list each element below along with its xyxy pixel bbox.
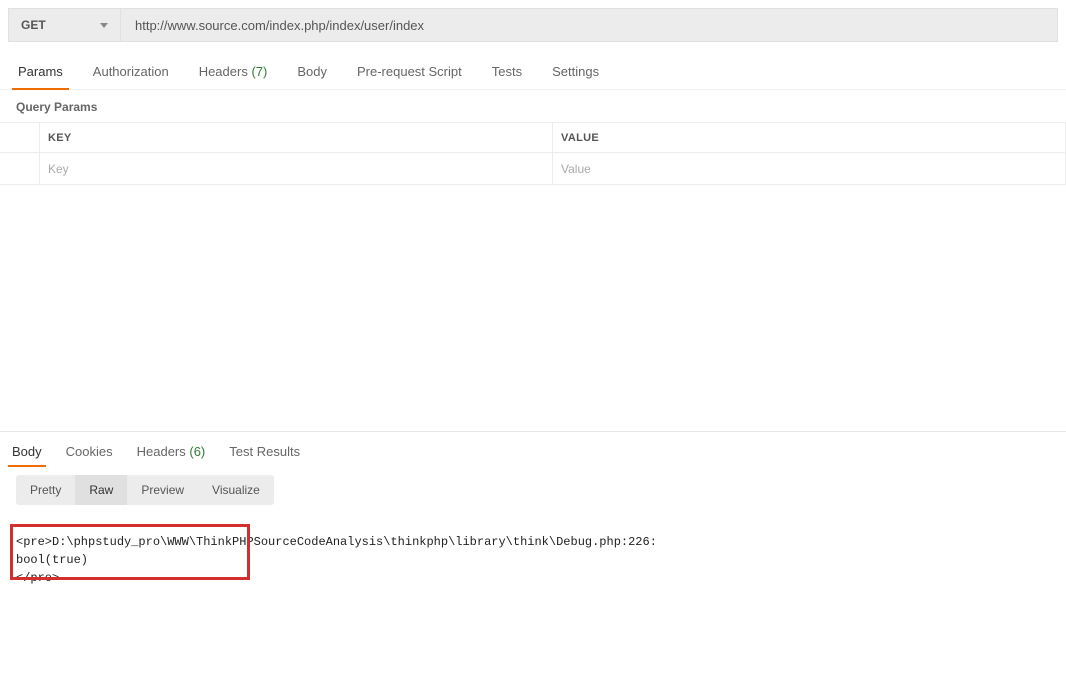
- tab-params[interactable]: Params: [16, 58, 65, 89]
- response-section: Body Cookies Headers (6) Test Results Pr…: [0, 431, 1066, 623]
- request-tabs: Params Authorization Headers (7) Body Pr…: [0, 58, 1066, 90]
- column-header-key: KEY: [40, 123, 553, 152]
- resp-tab-cookies[interactable]: Cookies: [64, 440, 115, 467]
- body-view-tabs: Pretty Raw Preview Visualize: [16, 475, 274, 505]
- tab-headers-label: Headers: [199, 64, 248, 79]
- http-method-dropdown[interactable]: GET: [9, 9, 121, 41]
- resp-tab-testresults[interactable]: Test Results: [227, 440, 302, 467]
- table-gutter: [0, 123, 40, 152]
- query-params-table: KEY VALUE: [0, 122, 1066, 185]
- chevron-down-icon: [100, 23, 108, 28]
- view-raw[interactable]: Raw: [75, 475, 127, 505]
- resp-tab-headers[interactable]: Headers (6): [135, 440, 208, 467]
- column-header-value: VALUE: [553, 123, 1066, 152]
- request-bar: GET: [8, 8, 1058, 42]
- view-preview[interactable]: Preview: [127, 475, 198, 505]
- response-tabs: Body Cookies Headers (6) Test Results: [0, 440, 1066, 467]
- url-input[interactable]: [121, 9, 1057, 41]
- view-visualize[interactable]: Visualize: [198, 475, 274, 505]
- query-params-title: Query Params: [0, 90, 1066, 122]
- table-header-row: KEY VALUE: [0, 123, 1066, 153]
- response-line: bool(true): [16, 553, 88, 567]
- table-row: [0, 153, 1066, 185]
- table-gutter: [0, 153, 40, 184]
- http-method-label: GET: [21, 18, 46, 32]
- view-pretty[interactable]: Pretty: [16, 475, 75, 505]
- resp-tab-body[interactable]: Body: [10, 440, 44, 467]
- response-line: </pre>: [16, 571, 59, 585]
- resp-tab-headers-count: (6): [189, 444, 205, 459]
- value-input[interactable]: [561, 162, 1057, 176]
- key-cell[interactable]: [40, 153, 553, 184]
- tab-tests[interactable]: Tests: [490, 58, 524, 89]
- tab-settings[interactable]: Settings: [550, 58, 601, 89]
- tab-headers[interactable]: Headers (7): [197, 58, 270, 89]
- tab-body[interactable]: Body: [295, 58, 329, 89]
- key-input[interactable]: [48, 162, 544, 176]
- response-body-text[interactable]: <pre>D:\phpstudy_pro\WWW\ThinkPHPSourceC…: [16, 515, 1050, 623]
- resp-tab-headers-label: Headers: [137, 444, 186, 459]
- tab-authorization[interactable]: Authorization: [91, 58, 171, 89]
- value-cell[interactable]: [553, 153, 1066, 184]
- tab-prerequest[interactable]: Pre-request Script: [355, 58, 464, 89]
- tab-headers-count: (7): [251, 64, 267, 79]
- response-line: <pre>D:\phpstudy_pro\WWW\ThinkPHPSourceC…: [16, 535, 657, 549]
- spacer: [0, 185, 1066, 431]
